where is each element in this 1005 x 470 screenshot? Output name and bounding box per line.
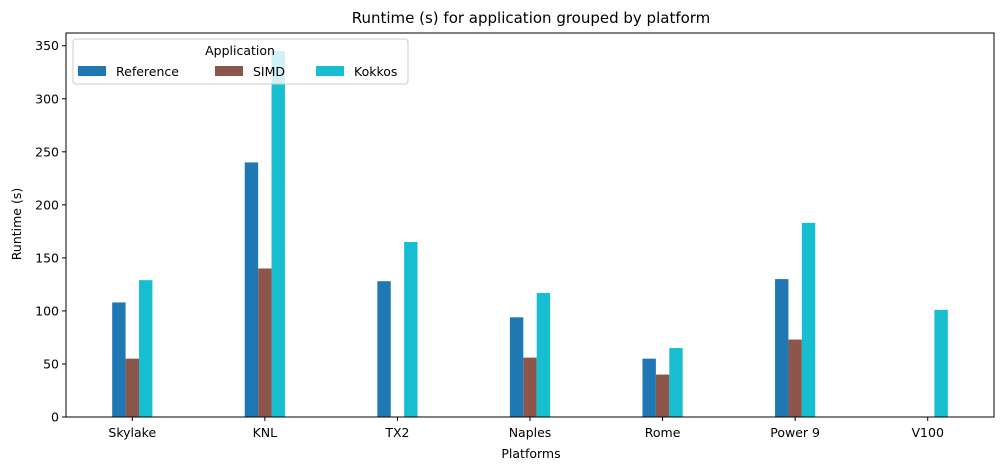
legend-swatch-reference (78, 66, 106, 76)
y-tick-label: 100 (35, 303, 59, 318)
bar-reference-skylake (112, 302, 126, 417)
bar-simd-skylake (125, 358, 139, 417)
bar-simd-power-9 (788, 339, 802, 417)
x-tick-label: Skylake (108, 425, 156, 440)
bar-kokkos-skylake (138, 280, 153, 417)
legend-swatch-kokkos (316, 66, 344, 76)
x-axis-label: Platforms (501, 446, 560, 461)
bar-simd-rome (655, 374, 670, 417)
bar-reference-rome (642, 358, 656, 417)
y-tick-label: 350 (35, 38, 59, 53)
y-axis-ticks: 0 50 100 150 200 250 300 350 (35, 38, 66, 425)
bar-reference-knl (244, 162, 259, 417)
y-tick-label: 150 (35, 250, 59, 265)
bar-reference-naples (509, 317, 524, 417)
y-tick-label: 250 (35, 144, 59, 159)
bar-kokkos-rome (669, 348, 683, 417)
x-tick-label: Power 9 (770, 425, 820, 440)
y-axis-label: Runtime (s) (9, 188, 24, 260)
bar-kokkos-knl (271, 51, 285, 418)
bar-reference-tx2 (377, 281, 391, 417)
x-axis-ticks: Skylake KNL TX2 Naples Rome Power 9 V100 (108, 417, 944, 440)
bars-layer (112, 51, 948, 418)
x-tick-label: TX2 (384, 425, 409, 440)
legend: Application Reference SIMD Kokkos (72, 38, 409, 85)
bar-kokkos-tx2 (404, 241, 418, 417)
x-tick-label: KNL (253, 425, 278, 440)
bar-kokkos-power-9 (801, 222, 816, 417)
x-tick-label: Naples (509, 425, 552, 440)
legend-label-kokkos: Kokkos (354, 64, 397, 79)
bar-reference-power-9 (775, 279, 789, 417)
chart-canvas: Runtime (s) for application grouped by p… (9, 9, 995, 461)
bar-kokkos-v100 (934, 309, 948, 417)
chart-title: Runtime (s) for application grouped by p… (352, 9, 711, 27)
bar-simd-knl (258, 268, 272, 417)
legend-label-simd: SIMD (253, 64, 285, 79)
y-tick-label: 200 (35, 197, 59, 212)
legend-label-reference: Reference (116, 64, 179, 79)
y-tick-label: 50 (43, 356, 59, 371)
legend-title: Application (205, 43, 275, 58)
x-tick-label: V100 (912, 425, 944, 440)
bar-kokkos-naples (536, 292, 551, 417)
y-tick-label: 0 (51, 410, 59, 425)
plot-area: 0 50 100 150 200 250 300 350 Skylake KNL TX2 Naple… (35, 32, 995, 440)
legend-swatch-simd (215, 66, 243, 76)
x-tick-label: Rome (645, 425, 681, 440)
bar-simd-naples (523, 357, 537, 417)
y-tick-label: 300 (35, 91, 59, 106)
